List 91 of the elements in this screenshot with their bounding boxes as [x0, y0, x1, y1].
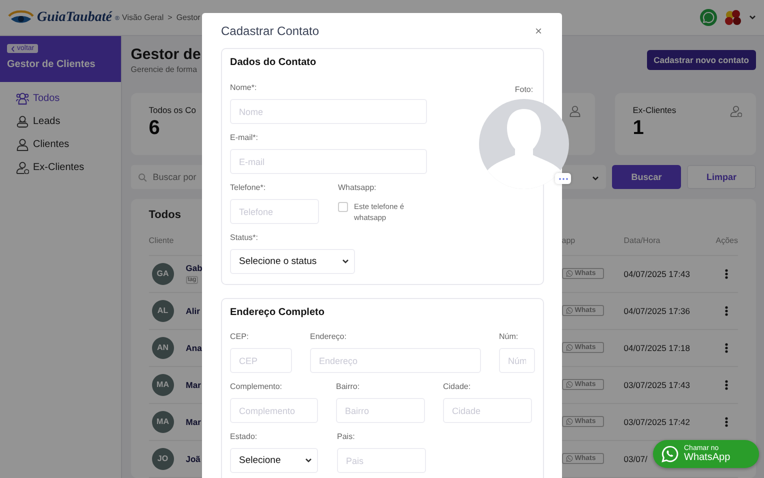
- table-title: Todos: [148, 208, 181, 221]
- date-cell: 04/07/2025 17:43: [624, 268, 690, 279]
- client-name[interactable]: Ana: [186, 342, 202, 353]
- user-icon: [568, 105, 581, 118]
- field-label: Telefone*:: [230, 183, 267, 194]
- whatsapp-icon: [566, 270, 573, 278]
- dialog-title: Cadastrar Contato: [221, 24, 320, 38]
- page-title: Gestor de: [130, 46, 201, 63]
- whatsapp-icon: [566, 381, 573, 388]
- eye-logo-icon: [8, 10, 34, 26]
- sidebar-title: Gestor de Clientes: [7, 59, 96, 70]
- client-name[interactable]: Mar: [186, 380, 201, 390]
- column-header: Data/Hora: [624, 236, 660, 246]
- date-cell: 04/07/2025 17:18: [624, 342, 690, 353]
- state-select[interactable]: Selecione: [230, 448, 318, 473]
- whatsapp-icon: [661, 445, 679, 463]
- field-label: Pais:: [337, 432, 356, 443]
- field-label: Bairro:: [336, 382, 361, 393]
- user-icon: [16, 114, 29, 128]
- sidebar-item[interactable]: Todos: [16, 90, 121, 106]
- breadcrumb-item[interactable]: Visão Geral: [122, 13, 164, 22]
- user-icon: [730, 105, 742, 118]
- client-name[interactable]: Mar: [186, 416, 201, 427]
- field-label: E-mail*:: [230, 133, 260, 144]
- breadcrumb-item[interactable]: Gestor: [176, 13, 200, 22]
- client-name[interactable]: Joã: [186, 454, 200, 464]
- avatar: JO: [152, 448, 174, 470]
- date-cell: 03/07/: [624, 454, 648, 464]
- people-icon: [16, 92, 29, 104]
- field-label: Status*:: [230, 233, 260, 244]
- stat-label: Ex-Clientes: [632, 105, 676, 116]
- status-select[interactable]: Selecione o status: [230, 249, 355, 274]
- search-icon: [138, 172, 147, 182]
- field-label: Endereço:: [310, 332, 348, 343]
- stat-value: 1: [632, 117, 644, 140]
- more-options-icon[interactable]: [725, 306, 728, 316]
- section-title: Endereço Completo: [230, 307, 326, 320]
- avatar: AN: [152, 336, 174, 359]
- client-name[interactable]: Gab: [186, 263, 202, 274]
- field-label: Cidade:: [443, 382, 472, 393]
- column-header: app: [562, 236, 576, 246]
- whatsapp-icon: [566, 418, 573, 426]
- field-label: Foto:: [514, 85, 534, 96]
- sidebar-item[interactable]: Clientes: [16, 136, 121, 152]
- stat-value: 6: [148, 117, 160, 140]
- stat-label: Todos os Co: [148, 105, 196, 116]
- date-cell: 03/07/2025 17:43: [624, 380, 690, 390]
- breadcrumb-item[interactable]: >: [168, 13, 172, 22]
- date-cell: 03/07/2025 17:42: [624, 416, 690, 427]
- page-subtitle: Gerencie de forma: [130, 65, 198, 74]
- field-label: Nome*:: [230, 83, 258, 94]
- user-icon: [16, 160, 29, 174]
- avatar: MA: [152, 374, 174, 396]
- whatsapp-icon: [566, 307, 573, 314]
- client-name[interactable]: Alir: [186, 306, 200, 316]
- field-label: Núm:: [499, 332, 520, 343]
- new-contact-button[interactable]: Cadastrar novo contato: [646, 50, 756, 70]
- user-icon: [16, 138, 29, 150]
- field-label: Complemento:: [230, 382, 284, 393]
- field-label: CEP:: [230, 332, 250, 343]
- section-title: Dados do Contato: [230, 57, 318, 70]
- date-cell: 04/07/2025 17:36: [624, 306, 690, 316]
- whatsapp-icon: [566, 344, 573, 352]
- sidebar-item[interactable]: Leads: [16, 113, 121, 129]
- more-options-icon[interactable]: [725, 380, 728, 390]
- column-header: Ações: [716, 236, 738, 246]
- chevron-left-icon: [11, 46, 15, 52]
- chevron-icon: [305, 458, 312, 463]
- close-button[interactable]: ×: [532, 24, 544, 38]
- search-button[interactable]: Buscar: [612, 165, 681, 189]
- field-label: Whatsapp:: [338, 183, 378, 194]
- clear-button[interactable]: Limpar: [687, 165, 756, 189]
- avatar: GA: [152, 262, 174, 285]
- flower-logo-icon[interactable]: [723, 8, 743, 26]
- field-label: Estado:: [230, 432, 258, 443]
- more-options-icon[interactable]: [725, 268, 728, 279]
- whatsapp-icon: [566, 455, 573, 462]
- more-options-icon[interactable]: [725, 342, 728, 353]
- sidebar-item[interactable]: Ex-Clientes: [16, 159, 121, 175]
- whatsapp-icon[interactable]: [700, 9, 717, 26]
- chevron-icon: [592, 176, 599, 182]
- search-input[interactable]: Buscar por: [150, 171, 215, 184]
- column-header: Cliente: [148, 236, 174, 246]
- avatar: MA: [152, 410, 174, 433]
- photo-options-button[interactable]: [555, 173, 571, 184]
- avatar: AL: [152, 300, 174, 322]
- chevron-icon: [342, 259, 349, 264]
- more-options-icon[interactable]: [725, 416, 728, 427]
- logo-text: GuiaTaubaté: [37, 10, 112, 26]
- chevron-icon: [749, 15, 756, 20]
- whatsapp-checkbox[interactable]: [338, 202, 348, 212]
